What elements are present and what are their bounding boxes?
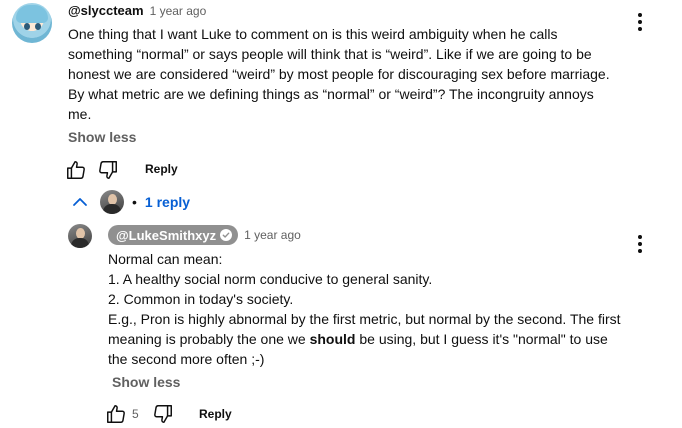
reply-line: E.g., Pron is highly abnormal by the fir…	[108, 311, 621, 327]
reply-text-segment: be using, but I guess it's "normal" to u…	[355, 331, 608, 347]
comment-dislike-button[interactable]	[96, 158, 120, 182]
reply-author-mini-avatar	[100, 190, 124, 214]
reply-line: Normal can mean:	[108, 251, 223, 267]
reply-show-less-button[interactable]: Show less	[112, 374, 180, 390]
reply-dislike-button[interactable]	[151, 402, 175, 426]
reply-line: the second more often ;-)	[108, 351, 265, 367]
more-vertical-icon	[638, 235, 642, 239]
comment-more-actions-button[interactable]	[628, 10, 652, 34]
reply-text-segment: meaning is probably the one we	[108, 331, 310, 347]
thumbs-up-icon	[107, 405, 125, 423]
comment-line: honest we are considered “weird” by most…	[68, 66, 610, 82]
replies-toggle[interactable]: • 1 reply	[68, 190, 190, 214]
comment-timestamp[interactable]: 1 year ago	[150, 4, 207, 18]
reply-author-avatar[interactable]	[68, 224, 92, 248]
comment-line: me.	[68, 106, 92, 122]
reply-like-button[interactable]	[104, 402, 128, 426]
comment-reply-button[interactable]: Reply	[145, 162, 178, 176]
chevron-up-icon	[73, 198, 87, 206]
comment-line: By what metric are we defining things as…	[68, 86, 594, 102]
comment-line: One thing that I want Luke to comment on…	[68, 26, 558, 42]
thumbs-up-icon	[67, 161, 85, 179]
reply-line: meaning is probably the one we should be…	[108, 329, 628, 349]
comment-show-less-button[interactable]: Show less	[68, 129, 136, 145]
comment-like-button[interactable]	[64, 158, 88, 182]
reply-timestamp[interactable]: 1 year ago	[244, 228, 301, 242]
comment-author-handle[interactable]: @slyccteam	[68, 3, 144, 18]
verified-check-icon	[220, 229, 233, 241]
comment-header: @slyccteam 1 year ago	[68, 3, 206, 18]
commenter-avatar[interactable]	[12, 3, 52, 43]
comment-line: something “normal” or says people will t…	[68, 46, 592, 62]
thumbs-down-icon	[99, 161, 117, 179]
reply-text-bold: should	[309, 331, 356, 347]
reply-more-actions-button[interactable]	[628, 232, 652, 256]
reply-reply-button[interactable]: Reply	[199, 407, 232, 421]
reply-like-count: 5	[132, 407, 139, 421]
reply-line: 2. Common in today's society.	[108, 291, 294, 307]
channel-owner-badge[interactable]: @LukeSmithxyz	[108, 225, 239, 245]
replies-separator: •	[132, 194, 137, 210]
reply-line: 1. A healthy social norm conducive to ge…	[108, 271, 433, 287]
reply-header: @LukeSmithxyz 1 year ago	[108, 225, 301, 245]
reply-text: Normal can mean: 1. A healthy social nor…	[108, 249, 628, 369]
comment-text: One thing that I want Luke to comment on…	[68, 24, 628, 124]
reply-author-handle: @LukeSmithxyz	[116, 227, 217, 243]
thumbs-down-icon	[154, 405, 172, 423]
replies-count-label[interactable]: 1 reply	[145, 194, 190, 210]
more-vertical-icon	[638, 13, 642, 17]
